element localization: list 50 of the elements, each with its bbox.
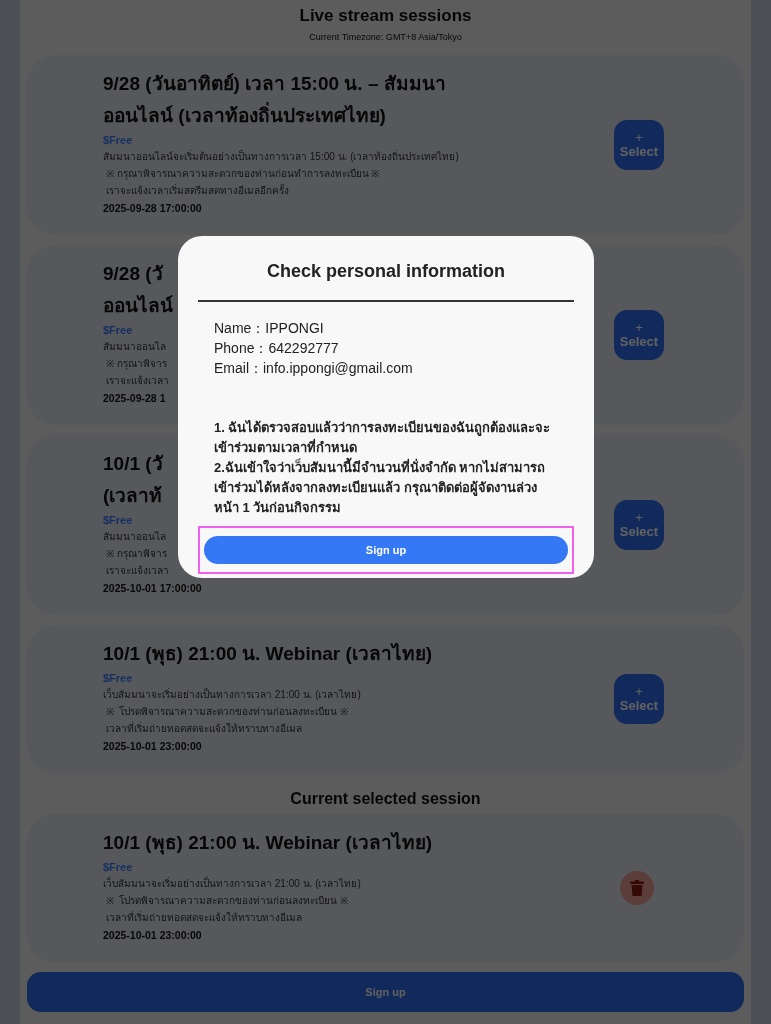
description-text: เวลาที่เริ่มถ่ายทอดสดจะแจ้งให้ทราบทางอีเมล (104, 909, 302, 925)
description-text: สัมมนาออนไล (103, 340, 166, 354)
session-title: ออนไลน์ (เวลาท้องถิ่นประเทศไทย) (103, 100, 386, 132)
delete-button[interactable] (620, 871, 654, 905)
end-time-text: 2025-10-01 23:00:00 (103, 928, 202, 943)
select-button[interactable]: + Select (614, 120, 664, 170)
session-title: 10/1 (พุธ) 21:00 น. Webinar (เวลาไทย) (103, 831, 433, 857)
description-text: สัมมนาออนไลน์จะเริ่มต้นอย่างเป็นทางการเวลา 15:00 น. (เวลาท้องถิ่นประเทศไทย) (103, 148, 459, 164)
description-text: เวลาที่เริ่มถ่ายทอดสดจะแจ้งให้ทราบทางอีเมล (104, 720, 302, 736)
end-time-text: 2025-09-28 1 (103, 391, 166, 406)
select-button[interactable]: + Select (614, 310, 664, 360)
description-text: เว็บสัมมนาจะเริ่มอย่างเป็นทางการเวลา 21:00 น. (เวลาไทย) (103, 875, 361, 891)
description-text: สัมมนาออนไล (103, 530, 166, 544)
info-text: Email：info.ippongi@gmail.com (214, 359, 414, 378)
price-text: $Free (103, 323, 133, 338)
session-title: ออนไลน์ (103, 294, 173, 318)
description-text: เว็บสัมมนาจะเริ่มอย่างเป็นทางการเวลา 21:00 น. (เวลาไทย) (103, 686, 361, 702)
dialog-title: Check personal information (265, 260, 506, 283)
price-text: $Free (103, 513, 133, 528)
end-time-text: 2025-09-28 17:00:00 (103, 201, 202, 216)
description-text: เราจะแจ้งเวลา (104, 564, 169, 578)
session-title: 9/28 (วันอาทิตย์) เวลา 15:00 น. – สัมมนา (103, 72, 446, 96)
select-button[interactable]: + Select (614, 500, 664, 550)
price-text: $Free (103, 671, 133, 686)
terms-text: 1. ฉันได้ตรวจสอบแล้วว่าการลงทะเบียนของฉันถูกต้องและจะเข้าร่วมตามเวลาที่กำหนด (214, 419, 552, 457)
end-time-text: 2025-10-01 17:00:00 (103, 581, 202, 596)
description-text: ※ กรุณาพิจาร (104, 547, 167, 562)
session-title: 10/1 (พุธ) 21:00 น. Webinar (เวลาไทย) (103, 642, 433, 668)
terms-text: 2.ฉันเข้าใจว่าเว็บสัมนานี้มีจำนวนที่นั่งจำกัด หากไม่สามารถเข้าร่วมได้หลังจากลงทะเบียนแล้ว กรุณาติดต่อผู้จัดงานล่วงหน้า 1 วันก่อนกิจกรรม (214, 458, 558, 518)
description-text: ※ กรุณาพิจารณาความสะดวกของท่านก่อนทำการลงทะเบียน ※ (104, 167, 380, 182)
description-text: เราจะแจ้งเวลาเริ่มสตรีมสดทางอีเมลอีกครั้ง (104, 182, 289, 198)
description-text: ※ โปรดพิจารณาความสะดวกของท่านก่อนลงทะเบียน ※ (104, 894, 349, 908)
end-time-text: 2025-10-01 23:00:00 (103, 739, 202, 754)
price-text: $Free (103, 860, 133, 875)
info-text: Phone：642292777 (214, 339, 340, 358)
sign-up-button[interactable]: Sign up (27, 972, 744, 1012)
section-title: Live stream sessions (298, 5, 473, 27)
description-text: ※ กรุณาพิจาร (104, 357, 167, 372)
trash-icon (630, 880, 644, 896)
select-button[interactable]: + Select (614, 674, 664, 724)
sign-up-button[interactable]: Sign up (204, 536, 568, 564)
section-title: Current selected session (289, 789, 482, 809)
session-title: (เวลาท้ (103, 484, 163, 508)
timezone-text: Current Timezone: GMT+8 Asia/Tokyo (308, 31, 463, 44)
session-title: 9/28 (วั (103, 262, 163, 286)
description-text: เราจะแจ้งเวลา (104, 374, 169, 388)
description-text: ※ โปรดพิจารณาความสะดวกของท่านก่อนลงทะเบียน ※ (104, 705, 349, 719)
info-text: Name：IPPONGI (214, 319, 325, 338)
session-title: 10/1 (วั (103, 452, 163, 476)
price-text: $Free (103, 133, 133, 148)
